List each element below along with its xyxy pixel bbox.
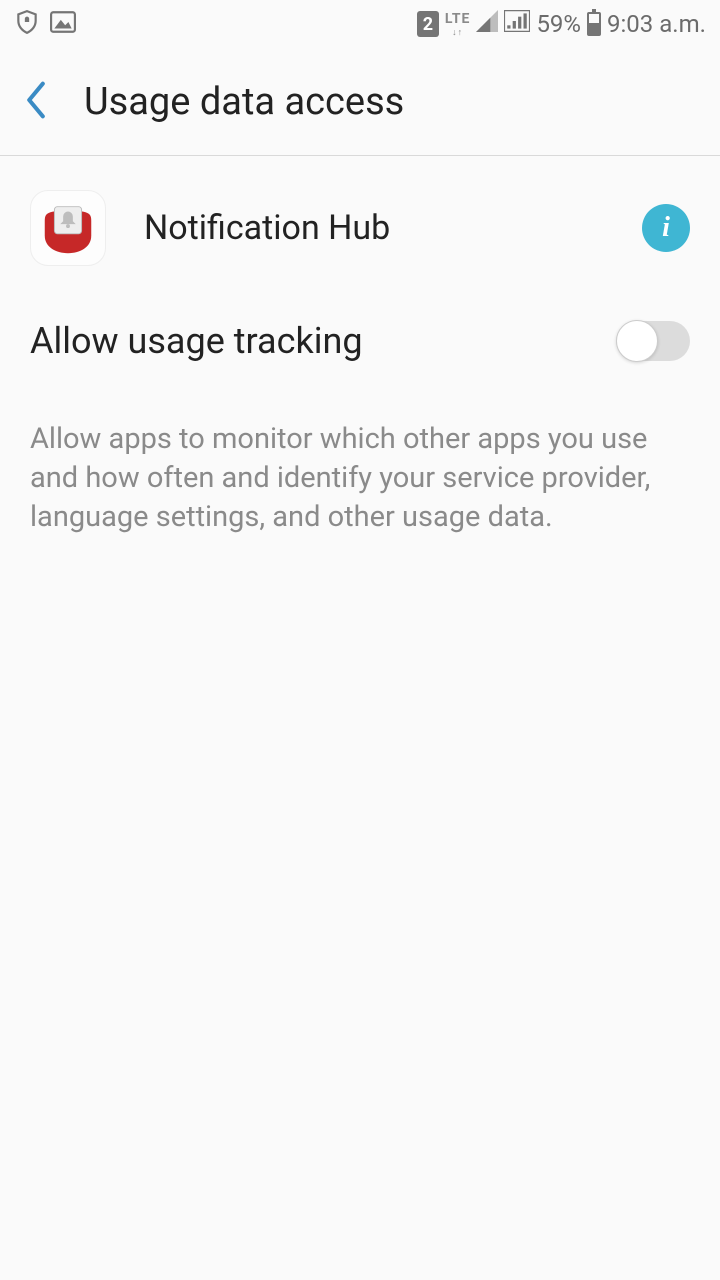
back-button[interactable] [24, 81, 48, 123]
clock: 9:03 a.m. [607, 10, 706, 38]
signal-icon-1 [476, 10, 498, 38]
page-header: Usage data access [0, 48, 720, 156]
status-bar: 2 LTE ↓↑ 59% 9:03 a.m. [0, 0, 720, 48]
setting-description: Allow apps to monitor which other apps y… [0, 362, 720, 537]
notification-shield-icon [14, 9, 40, 39]
signal-icon-2 [504, 10, 530, 38]
allow-tracking-label: Allow usage tracking [30, 320, 616, 362]
image-icon [50, 11, 76, 37]
allow-tracking-row[interactable]: Allow usage tracking [0, 300, 720, 362]
battery-percent: 59% [536, 10, 581, 38]
allow-tracking-switch[interactable] [616, 321, 690, 361]
network-type: LTE ↓↑ [445, 11, 471, 38]
info-icon: i [662, 212, 670, 244]
app-row: Notification Hub i [0, 156, 720, 300]
battery-icon [587, 12, 601, 36]
switch-thumb [616, 320, 658, 362]
app-name-label: Notification Hub [144, 208, 642, 248]
sim-badge: 2 [417, 11, 439, 37]
info-button[interactable]: i [642, 204, 690, 252]
app-icon [30, 190, 106, 266]
page-title: Usage data access [84, 80, 404, 124]
